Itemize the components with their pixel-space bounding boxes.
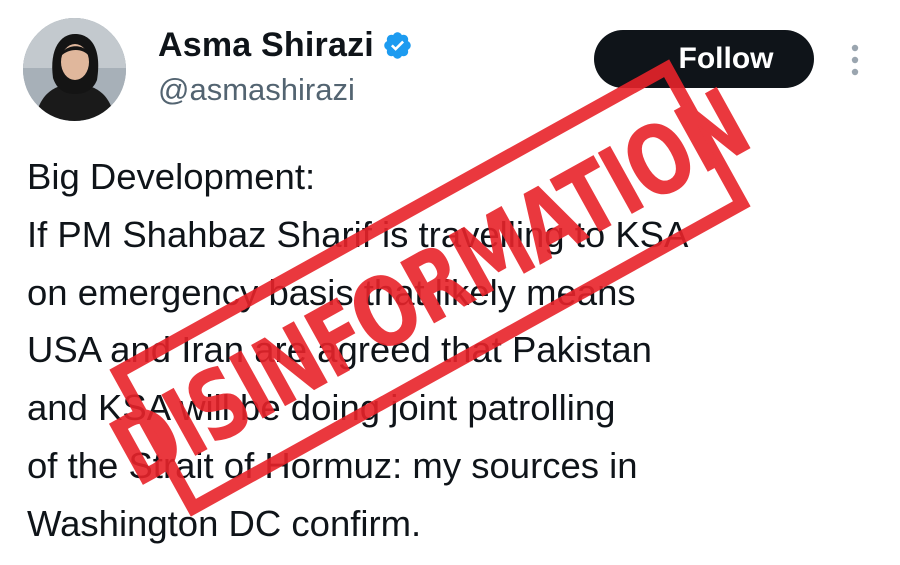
profile-photo-icon (23, 18, 126, 121)
more-vertical-icon[interactable] (846, 42, 864, 78)
verified-badge-icon[interactable] (382, 30, 413, 61)
author-handle[interactable]: @asmashirazi (158, 72, 355, 108)
author-display-name[interactable]: Asma Shirazi (158, 26, 413, 65)
author-avatar[interactable] (23, 18, 126, 121)
display-name-text: Asma Shirazi (158, 26, 374, 64)
